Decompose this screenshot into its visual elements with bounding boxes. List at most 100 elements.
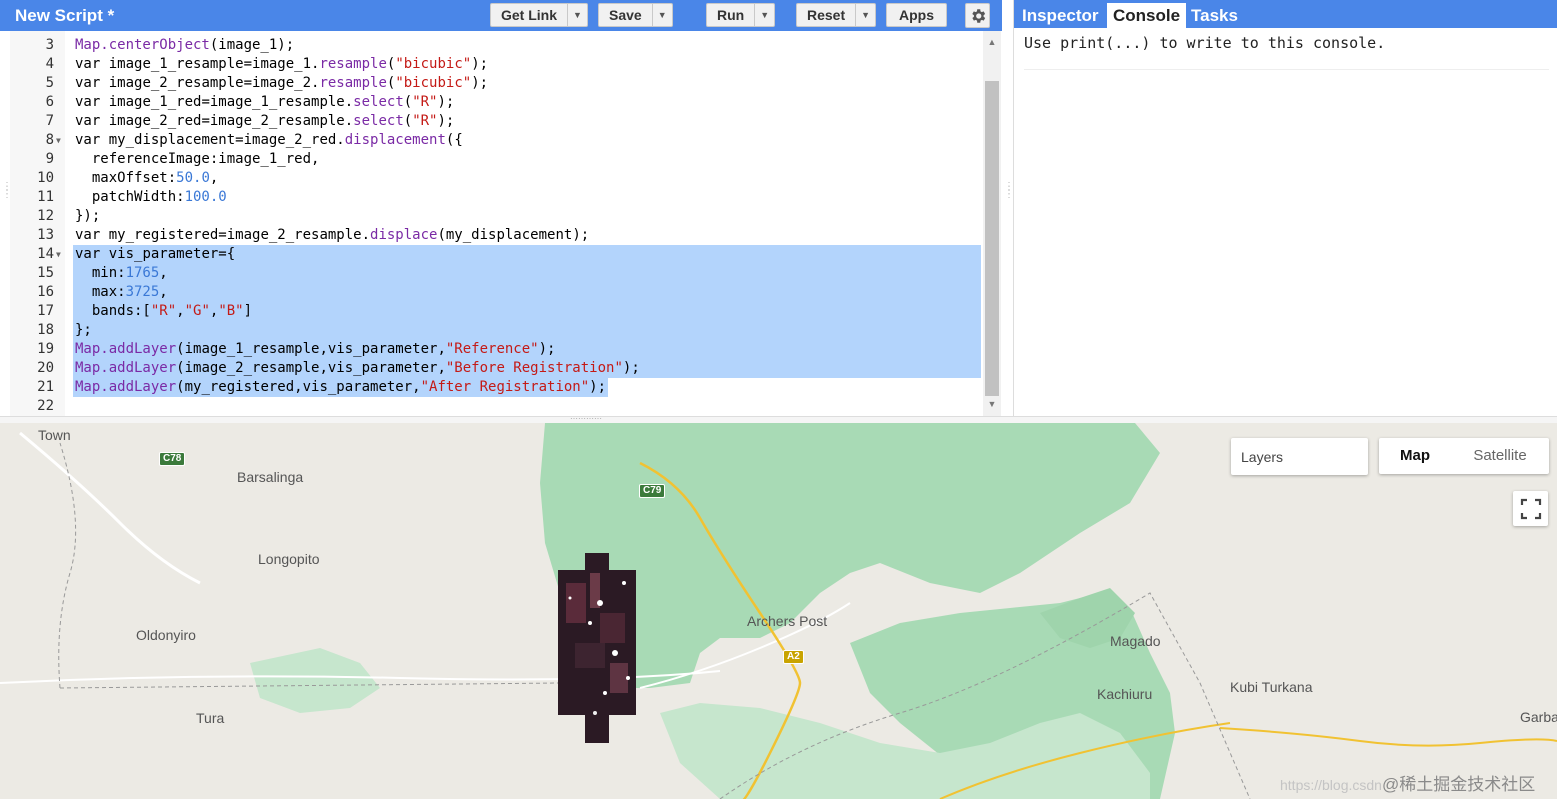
code-token: displacement: [344, 132, 446, 148]
watermark-url: https://blog.csdn: [1280, 777, 1382, 793]
console-divider: [1024, 69, 1549, 70]
console-message: Use print(...) to write to this console.: [1024, 34, 1386, 52]
code-line[interactable]: 3 Map.centerObject(image_1);: [10, 36, 982, 55]
code-line[interactable]: 5 var image_2_resample=image_2.resample("…: [10, 74, 982, 93]
scroll-thumb[interactable]: [985, 81, 999, 396]
watermark-text: @稀土掘金技术社区: [1381, 775, 1536, 794]
line-number: 19: [37, 341, 54, 357]
code-token: var: [75, 246, 101, 262]
run-button[interactable]: Run ▼: [706, 3, 776, 27]
reset-button[interactable]: Reset ▼: [796, 3, 877, 27]
code-token: ,: [159, 284, 168, 300]
code-line[interactable]: 6 var image_1_red=image_1_resample.select…: [10, 93, 982, 112]
chevron-down-icon[interactable]: ▼: [567, 4, 587, 26]
code-line[interactable]: 12});: [10, 207, 982, 226]
tab-inspector[interactable]: Inspector: [1016, 3, 1105, 28]
line-number: 18: [37, 322, 54, 338]
line-number: 12: [37, 208, 54, 224]
code-line[interactable]: 15 min:1765,: [10, 264, 982, 283]
code-token: "After Registration": [420, 379, 590, 395]
settings-button[interactable]: [965, 3, 990, 28]
code-token: var: [75, 113, 101, 129]
code-line[interactable]: 4 var image_1_resample=image_1.resample("…: [10, 55, 982, 74]
road-badge-c79: C79: [639, 484, 666, 498]
road-badge-a2: A2: [783, 650, 804, 664]
place-label-tura: Tura: [196, 710, 225, 726]
code-token: Map.centerObject: [75, 37, 210, 53]
road-badge-c78: C78: [159, 452, 186, 466]
code-line[interactable]: 16 max:3725,: [10, 283, 982, 302]
code-token: max:: [75, 284, 126, 300]
selection-highlight: [73, 321, 981, 340]
save-button[interactable]: Save ▼: [598, 3, 673, 27]
code-line[interactable]: 17 bands:["R","G","B"]: [10, 302, 982, 321]
code-token: };: [75, 322, 92, 338]
left-resize-handle[interactable]: ⋮ ⋮ ⋮: [2, 182, 12, 200]
line-number: 21: [37, 379, 54, 395]
chevron-down-icon[interactable]: ▼: [651, 4, 672, 26]
layers-button[interactable]: Layers: [1231, 438, 1368, 475]
map-type-satellite-button[interactable]: Satellite: [1451, 438, 1549, 474]
park-area-west: [250, 648, 380, 713]
code-token: min:: [75, 265, 126, 281]
editor-scrollbar[interactable]: ▲ ▼: [983, 31, 1001, 416]
scroll-up-icon[interactable]: ▲: [983, 37, 1001, 47]
script-title[interactable]: New Script *: [15, 6, 114, 26]
code-line[interactable]: 9 referenceImage:image_1_red,: [10, 150, 982, 169]
code-token: 1765: [125, 265, 160, 281]
apps-button[interactable]: Apps: [886, 3, 947, 27]
code-line[interactable]: 11 patchWidth:100.0: [10, 188, 982, 207]
code-token: (image_2_resample,vis_parameter,: [176, 360, 446, 376]
get-link-button[interactable]: Get Link ▼: [490, 3, 589, 27]
code-token: (my_registered,vis_parameter,: [176, 379, 421, 395]
code-line[interactable]: 20 Map.addLayer(image_2_resample,vis_para…: [10, 359, 982, 378]
code-text: max:3725,: [75, 283, 168, 302]
code-token: );: [622, 360, 640, 376]
code-token: my_registered=image_2_resample.: [100, 227, 371, 243]
code-token: image_2_red=image_2_resample.: [100, 113, 354, 129]
code-token: my_displacement=image_2_red.: [100, 132, 345, 148]
code-line[interactable]: 14 ▼ var vis_parameter={: [10, 245, 982, 264]
fullscreen-button[interactable]: [1513, 491, 1548, 526]
map-resize-bar[interactable]: ⋯⋯⋯⋯: [0, 415, 1557, 423]
chevron-down-icon[interactable]: ▼: [754, 4, 774, 26]
code-token: Map.addLayer: [75, 360, 177, 376]
tab-console[interactable]: Console: [1107, 3, 1187, 28]
code-line[interactable]: 18};: [10, 321, 982, 340]
gear-icon: [971, 8, 985, 23]
line-number: 16: [37, 284, 54, 300]
place-label-town: Town: [38, 427, 71, 443]
reset-label: Reset: [807, 7, 846, 23]
map-canvas[interactable]: Town Barsalinga Longopito Oldonyiro Tura…: [0, 423, 1557, 799]
code-line[interactable]: 13 var my_registered=image_2_resample.dis…: [10, 226, 982, 245]
output-tabs: Inspector Console Tasks: [1014, 0, 1557, 28]
code-line[interactable]: 10 maxOffset:50.0,: [10, 169, 982, 188]
code-token: "R": [150, 303, 177, 319]
line-number: 14: [37, 246, 54, 262]
code-token: );: [471, 75, 489, 91]
map-type-control: Map Satellite: [1379, 438, 1549, 474]
code-token: );: [589, 379, 607, 395]
tab-tasks[interactable]: Tasks: [1185, 3, 1244, 28]
scroll-down-icon[interactable]: ▼: [983, 399, 1001, 409]
fold-toggle-icon[interactable]: ▼: [56, 131, 61, 150]
fold-toggle-icon[interactable]: ▼: [56, 245, 61, 264]
code-line[interactable]: 7 var image_2_red=image_2_resample.select…: [10, 112, 982, 131]
chevron-down-icon[interactable]: ▼: [855, 4, 875, 26]
code-token: maxOffset:: [75, 170, 177, 186]
code-token: referenceImage:image_1_red,: [75, 151, 320, 167]
code-line[interactable]: 22: [10, 397, 982, 416]
code-editor[interactable]: 3 Map.centerObject(image_1); 4 var image_1_…: [10, 31, 982, 416]
code-line[interactable]: 8 ▼ var my_displacement=image_2_red.displa…: [10, 131, 982, 150]
code-line[interactable]: 19 Map.addLayer(image_1_resample,vis_para…: [10, 340, 982, 359]
code-token: resample: [319, 75, 387, 91]
place-label-archers-post: Archers Post: [747, 613, 828, 629]
code-line[interactable]: 21 Map.addLayer(my_registered,vis_paramet…: [10, 378, 982, 397]
code-text: min:1765,: [75, 264, 168, 283]
code-token: ]: [243, 303, 253, 319]
horizontal-resize-handle[interactable]: ⋯⋯⋯⋯: [570, 415, 602, 423]
code-text: var my_registered=image_2_resample.displ…: [75, 226, 589, 245]
map-type-map-button[interactable]: Map: [1379, 438, 1451, 474]
line-number: 20: [37, 360, 54, 376]
code-token: "Reference": [445, 341, 539, 357]
